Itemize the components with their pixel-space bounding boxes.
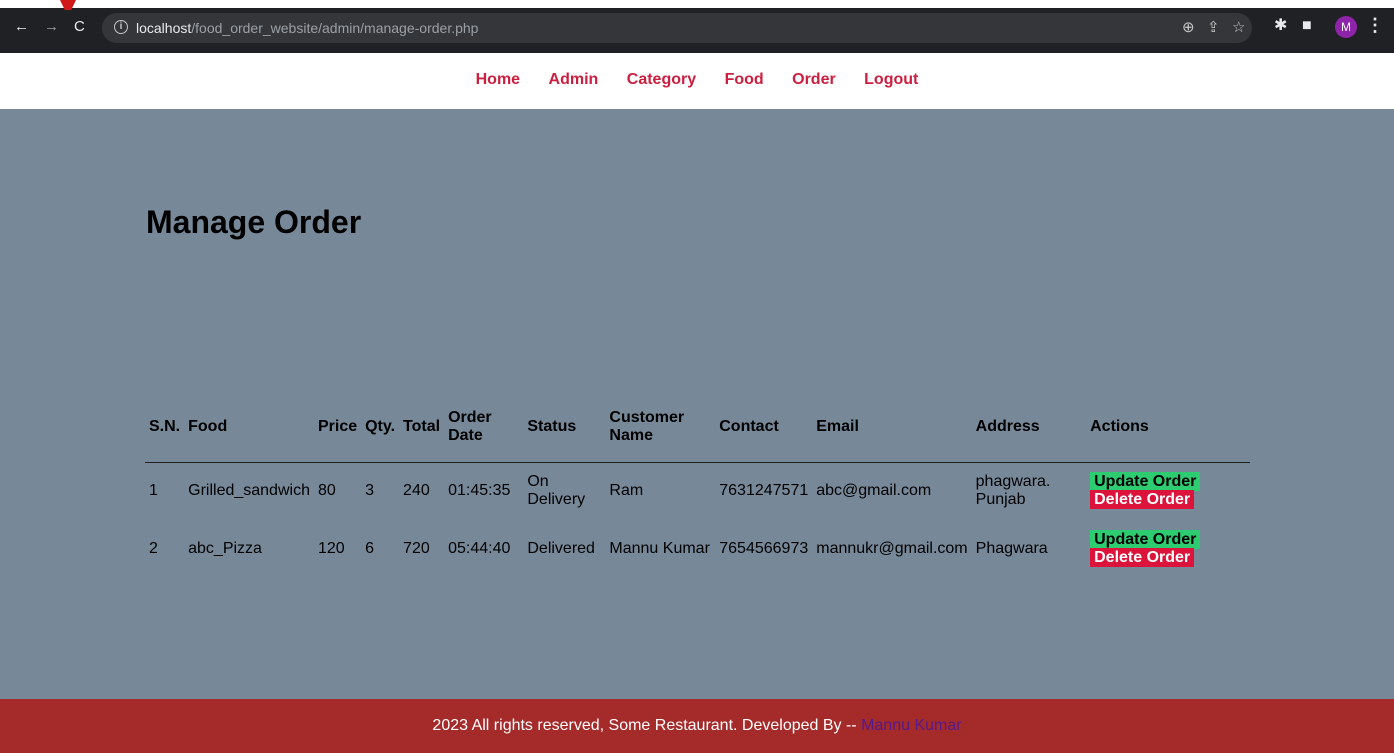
nav-food-link[interactable]: Food [725,71,764,88]
cell-contact: 7654566973 [719,540,809,557]
status-on-delivery: On Delivery [527,473,586,509]
side-panel-icon[interactable]: ■ [1302,17,1312,35]
cell-customer-name: Mannu Kumar [609,540,710,557]
url-path: /food_order_website/admin/manage-order.p… [191,20,479,36]
nav-category-link[interactable]: Category [627,71,696,88]
nav-admin-link[interactable]: Admin [549,71,599,88]
table-row: 1 Grilled_sandwich 80 3 240 01:45:35 On … [145,462,1250,520]
cell-actions: Update Order Delete Order [1086,520,1250,578]
cell-email: mannukr@gmail.com [816,540,968,557]
cell-address: phagwara. Punjab [975,473,1051,509]
cell-qty: 6 [365,540,375,557]
red-marker-shape [60,0,76,10]
cell-email: abc@gmail.com [816,482,932,500]
share-icon[interactable]: ⇪ [1207,19,1220,37]
delete-order-button[interactable]: Delete Order [1090,548,1195,567]
cell-food: abc_Pizza [188,540,262,557]
menu-links: Home Admin Category Food Order Logout [464,71,931,89]
col-customer-name: Customer Name [605,392,716,463]
cell-price: 120 [317,540,345,557]
col-price: Price [313,392,362,463]
col-email: Email [812,392,972,463]
col-qty: Qty. [361,392,400,463]
forward-arrow-icon[interactable]: → [44,18,59,36]
cell-address: Phagwara [975,540,1048,557]
cell-contact: 7631247571 [719,482,809,500]
cell-total: 240 [403,482,430,500]
browser-toolbar: ← → C i localhost/food_order_website/adm… [0,0,1394,53]
cell-food: Grilled_sandwich [188,482,310,500]
table-header-row: S.N. Food Price Qty. Total Order Date St… [145,392,1250,463]
profile-avatar[interactable]: M [1335,16,1357,38]
delete-order-button[interactable]: Delete Order [1090,490,1195,510]
cell-qty: 3 [365,482,375,500]
col-food: Food [184,392,314,463]
cell-order-date: 01:45:35 [448,482,511,500]
footer-text: 2023 All rights reserved, Some Restauran… [432,717,862,734]
site-footer: 2023 All rights reserved, Some Restauran… [0,699,1394,753]
update-order-button[interactable]: Update Order [1090,472,1201,492]
site-menu: Home Admin Category Food Order Logout [0,53,1394,109]
cell-price: 80 [317,482,336,500]
zoom-icon[interactable]: ⊕ [1182,19,1195,37]
col-contact: Contact [715,392,813,463]
cell-total: 720 [403,540,430,557]
col-status: Status [523,392,606,463]
table-row: 2 abc_Pizza 120 6 720 05:44:40 Delivered… [145,520,1250,578]
cell-sn: 2 [149,540,158,557]
browser-menu-icon[interactable]: ⋮ [1366,15,1384,36]
col-order-date: Order Date [444,392,524,463]
footer-author-link[interactable]: Mannu Kumar [861,717,962,734]
cell-actions: Update Order Delete Order [1086,462,1250,520]
orders-table: S.N. Food Price Qty. Total Order Date St… [145,392,1250,578]
url-text[interactable]: localhost/food_order_website/admin/manag… [136,20,478,36]
cell-customer-name: Ram [609,482,644,500]
update-order-button[interactable]: Update Order [1090,530,1201,549]
status-delivered: Delivered [527,540,595,557]
url-host: localhost [136,20,192,36]
col-sn: S.N. [145,392,185,463]
extensions-icon[interactable]: ✱ [1274,17,1287,35]
nav-home-link[interactable]: Home [476,71,520,88]
cell-sn: 1 [149,482,158,500]
reload-icon[interactable]: C [74,18,85,36]
main-content: Manage Order S.N. Food Price Qty. Total … [0,109,1394,699]
col-total: Total [399,392,445,463]
nav-order-link[interactable]: Order [792,71,836,88]
nav-logout-link[interactable]: Logout [864,71,918,88]
back-arrow-icon[interactable]: ← [14,18,29,36]
col-address: Address [971,392,1087,463]
bookmark-star-icon[interactable]: ☆ [1232,19,1245,37]
site-info-icon[interactable]: i [114,20,128,34]
address-bar[interactable]: i localhost/food_order_website/admin/man… [102,13,1252,43]
page-title: Manage Order [146,204,362,240]
cell-order-date: 05:44:40 [448,540,511,557]
window-top-strip [0,0,1394,8]
col-actions: Actions [1086,392,1250,463]
